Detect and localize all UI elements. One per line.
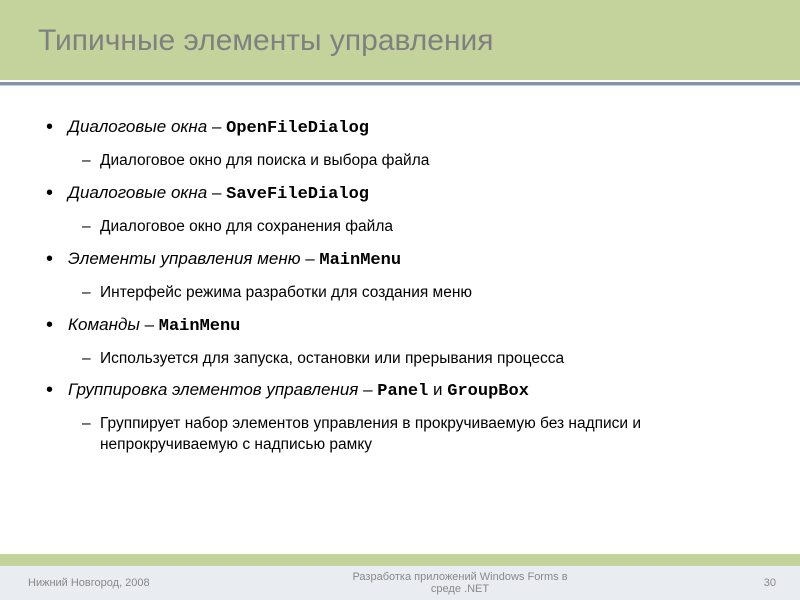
item-label: Группировка элементов управления — [68, 380, 358, 399]
footer-line2: среде .NET — [431, 583, 489, 595]
sub-list: Диалоговое окно для поиска и выбора файл… — [68, 151, 760, 172]
footer-location: Нижний Новгород, 2008 — [0, 577, 200, 589]
item-label: Диалоговые окна — [68, 117, 207, 136]
sub-list: Используется для запуска, остановки или … — [68, 349, 760, 370]
dash: – — [145, 315, 159, 334]
sub-item: Интерфейс режима разработки для создания… — [68, 283, 760, 304]
list-item: Диалоговые окна – SaveFileDialog Диалого… — [40, 182, 760, 238]
dash: – — [212, 183, 226, 202]
code-token: GroupBox — [447, 382, 529, 401]
dash: – — [305, 249, 319, 268]
footer-course: Разработка приложений Windows Forms в ср… — [200, 571, 720, 595]
code-token: SaveFileDialog — [226, 185, 369, 204]
list-item: Элементы управления меню – MainMenu Инте… — [40, 248, 760, 304]
list-item: Группировка элементов управления – Panel… — [40, 379, 760, 456]
sub-list: Диалоговое окно для сохранения файла — [68, 217, 760, 238]
sub-list: Группирует набор элементов управления в … — [68, 414, 760, 456]
code-token: Panel — [377, 382, 428, 401]
sub-list: Интерфейс режима разработки для создания… — [68, 283, 760, 304]
dash: – — [363, 380, 377, 399]
item-label: Элементы управления меню — [68, 249, 300, 268]
page-number: 30 — [720, 577, 800, 589]
footer-line1: Разработка приложений Windows Forms в — [352, 571, 567, 583]
code-token: OpenFileDialog — [226, 119, 369, 138]
list-item: Команды – MainMenu Используется для запу… — [40, 314, 760, 370]
sub-item: Используется для запуска, остановки или … — [68, 349, 760, 370]
list-item: Диалоговые окна – OpenFileDialog Диалого… — [40, 116, 760, 172]
footer-accent — [0, 554, 800, 566]
sub-item: Диалоговое окно для поиска и выбора файл… — [68, 151, 760, 172]
item-label: Команды — [68, 315, 140, 334]
footer-info: Нижний Новгород, 2008 Разработка приложе… — [0, 566, 800, 600]
footer: Нижний Новгород, 2008 Разработка приложе… — [0, 554, 800, 600]
sub-item: Диалоговое окно для сохранения файла — [68, 217, 760, 238]
content-area: Диалоговые окна – OpenFileDialog Диалого… — [0, 86, 800, 456]
bullet-list: Диалоговые окна – OpenFileDialog Диалого… — [40, 116, 760, 456]
sub-item: Группирует набор элементов управления в … — [68, 414, 760, 456]
code-token: MainMenu — [319, 251, 401, 270]
dash: – — [212, 117, 226, 136]
item-label: Диалоговые окна — [68, 183, 207, 202]
slide-title: Типичные элементы управления — [38, 24, 762, 58]
and: и — [433, 380, 447, 399]
code-token: MainMenu — [159, 317, 241, 336]
title-bar: Типичные элементы управления — [0, 0, 800, 82]
